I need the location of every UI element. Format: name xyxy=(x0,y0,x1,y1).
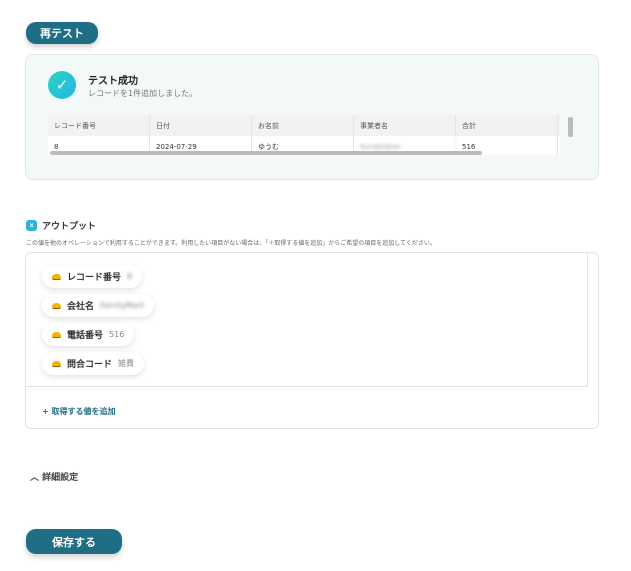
chip-label: 電話番号 xyxy=(67,331,104,341)
output-heading: x アウトプット xyxy=(26,219,96,232)
chip-label: レコード番号 xyxy=(67,273,122,283)
chevron-up-icon: ︿ xyxy=(30,473,43,483)
column-header: 事業者名 xyxy=(354,115,456,136)
check-icon: ✓ xyxy=(48,71,76,99)
table-header: レコード番号 日付 お名前 事業者名 合計 xyxy=(48,115,560,136)
vertical-scrollbar[interactable] xyxy=(568,117,573,137)
result-title: テスト成功 xyxy=(88,76,138,87)
retest-button[interactable]: 再テスト xyxy=(26,22,98,44)
save-button[interactable]: 保存する xyxy=(26,529,122,554)
result-message: レコードを1件追加しました。 xyxy=(88,89,198,98)
output-chip[interactable]: 会社名 FamilyMart xyxy=(42,294,154,317)
test-result-card: ✓ テスト成功 レコードを1件追加しました。 レコード番号 日付 お名前 事業者… xyxy=(25,54,599,180)
output-chip[interactable]: 問合コード 雑費 xyxy=(42,352,145,375)
add-value-button[interactable]: + 取得する値を追加 xyxy=(42,406,116,417)
output-chip[interactable]: 電話番号 516 xyxy=(42,323,135,346)
tag-icon xyxy=(52,273,61,280)
column-header: お名前 xyxy=(252,115,354,136)
column-header: レコード番号 xyxy=(48,115,150,136)
advanced-label: 詳細設定 xyxy=(42,473,79,483)
output-icon: x xyxy=(26,220,37,231)
chip-value: 雑費 xyxy=(118,359,135,368)
horizontal-scrollbar[interactable] xyxy=(50,151,482,155)
tag-icon xyxy=(52,331,61,338)
tag-icon xyxy=(52,360,61,367)
result-table: レコード番号 日付 お名前 事業者名 合計 8 2024-07-29 ゆうむ K… xyxy=(48,115,560,155)
output-list: レコード番号 8 会社名 FamilyMart 電話番号 516 問合コード 雑費 xyxy=(26,253,588,387)
column-header: 合計 xyxy=(456,115,558,136)
output-box: レコード番号 8 会社名 FamilyMart 電話番号 516 問合コード 雑費 + … xyxy=(25,252,599,429)
chip-label: 会社名 xyxy=(67,302,95,312)
output-description: この値を他のオペレーションで利用することができます。利用したい項目がない場合は、… xyxy=(26,240,436,247)
chip-label: 問合コード xyxy=(67,360,113,370)
advanced-settings-toggle[interactable]: ︿ 詳細設定 xyxy=(30,470,78,483)
output-chip[interactable]: レコード番号 8 xyxy=(42,265,143,288)
output-title: アウトプット xyxy=(42,222,97,232)
chip-value: 516 xyxy=(109,330,125,339)
tag-icon xyxy=(52,302,61,309)
column-header: 日付 xyxy=(150,115,252,136)
chip-value: FamilyMart xyxy=(100,301,144,310)
chip-value: 8 xyxy=(127,272,133,281)
